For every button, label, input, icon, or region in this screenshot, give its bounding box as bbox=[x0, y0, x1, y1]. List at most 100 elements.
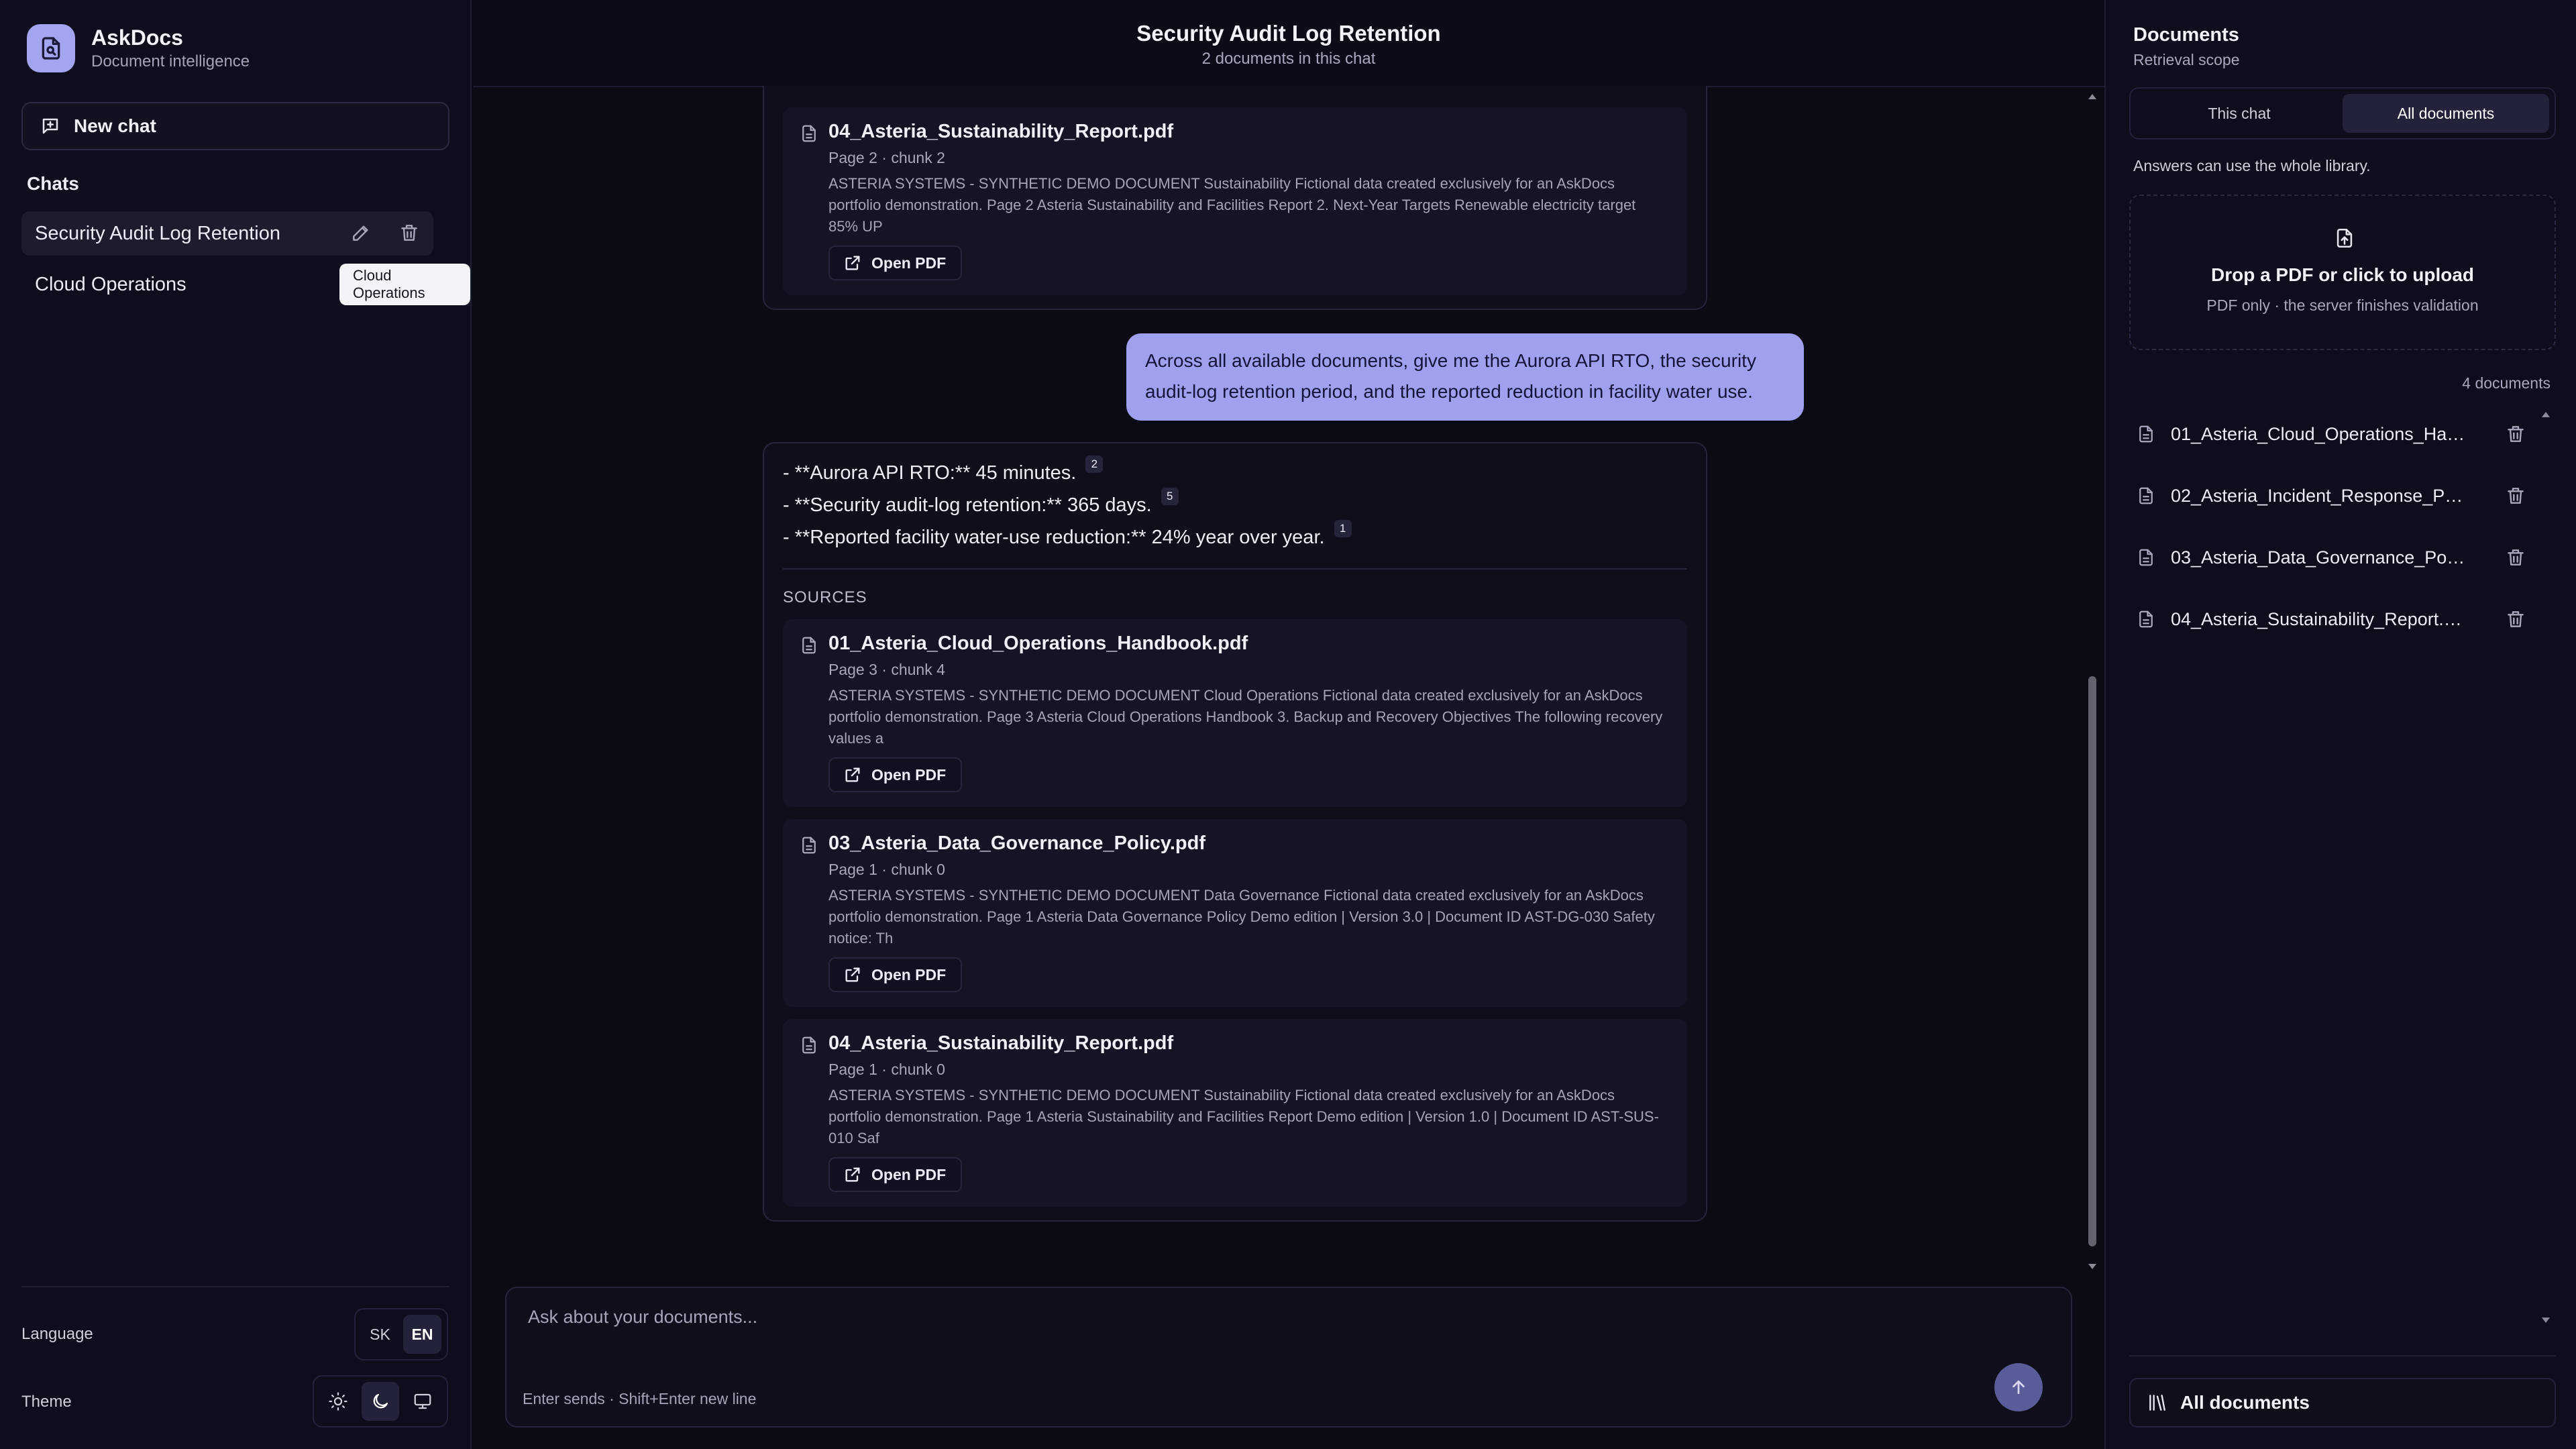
pdf-file-icon bbox=[2136, 486, 2156, 506]
chat-main: Security Audit Log Retention 2 documents… bbox=[473, 0, 2104, 1449]
brand: AskDocs Document intelligence bbox=[27, 24, 250, 72]
answer-line: - **Aurora API RTO:** 45 minutes. 2 bbox=[783, 455, 1104, 484]
open-pdf-button[interactable]: Open PDF bbox=[828, 246, 963, 280]
pdf-file-icon bbox=[2136, 609, 2156, 629]
pdf-file-icon bbox=[799, 835, 819, 855]
scroll-up-icon[interactable] bbox=[2540, 411, 2551, 419]
language-en-button[interactable]: EN bbox=[403, 1315, 441, 1354]
send-button[interactable] bbox=[1994, 1363, 2043, 1411]
language-label: Language bbox=[21, 1325, 93, 1343]
chat-item-label: Security Audit Log Retention bbox=[35, 222, 280, 244]
user-message: Across all available documents, give me … bbox=[1126, 333, 1804, 421]
open-pdf-button[interactable]: Open PDF bbox=[828, 1157, 963, 1192]
chat-item-security-audit[interactable]: Security Audit Log Retention bbox=[21, 211, 433, 256]
document-list-item[interactable]: 01_Asteria_Cloud_Operations_Handbook.pdf bbox=[2136, 414, 2538, 454]
answer-line: - **Security audit-log retention:** 365 … bbox=[783, 488, 1179, 517]
chat-header: Security Audit Log Retention 2 documents… bbox=[473, 0, 2104, 87]
document-list-item[interactable]: 04_Asteria_Sustainability_Report.pdf bbox=[2136, 599, 2538, 639]
scope-toggle: This chat All documents bbox=[2129, 87, 2556, 140]
external-link-icon bbox=[843, 965, 862, 984]
app-name: AskDocs bbox=[91, 25, 183, 50]
edit-icon[interactable] bbox=[350, 222, 372, 244]
language-sk-button[interactable]: SK bbox=[361, 1315, 399, 1354]
source-meta: Page 1 · chunk 0 bbox=[828, 861, 945, 878]
theme-label: Theme bbox=[21, 1393, 72, 1411]
answer-text: - **Reported facility water-use reductio… bbox=[783, 527, 1325, 548]
pdf-file-icon bbox=[2136, 424, 2156, 444]
new-chat-button[interactable]: New chat bbox=[21, 102, 449, 150]
monitor-icon[interactable] bbox=[403, 1382, 441, 1421]
citation-badge[interactable]: 2 bbox=[1085, 455, 1104, 473]
source-card: 03_Asteria_Data_Governance_Policy.pdf Pa… bbox=[783, 819, 1687, 1007]
source-card: 01_Asteria_Cloud_Operations_Handbook.pdf… bbox=[783, 619, 1687, 807]
moon-icon[interactable] bbox=[361, 1382, 400, 1421]
message-composer[interactable]: Ask about your documents... Enter sends … bbox=[505, 1287, 2072, 1428]
new-chat-label: New chat bbox=[74, 115, 156, 136]
trash-icon[interactable] bbox=[2505, 608, 2526, 630]
scope-note: Answers can use the whole library. bbox=[2133, 157, 2371, 174]
chat-item-label: Cloud Operations bbox=[35, 273, 186, 295]
sun-icon[interactable] bbox=[319, 1382, 358, 1421]
message-input[interactable]: Ask about your documents... bbox=[528, 1307, 757, 1328]
trash-icon[interactable] bbox=[398, 222, 420, 244]
answer-text: - **Security audit-log retention:** 365 … bbox=[783, 494, 1152, 516]
chat-title: Security Audit Log Retention bbox=[1136, 21, 1441, 46]
pdf-file-icon bbox=[799, 123, 819, 144]
language-toggle: SK EN bbox=[354, 1308, 448, 1360]
document-list-item[interactable]: 03_Asteria_Data_Governance_Policy.pdf bbox=[2136, 537, 2538, 578]
trash-icon[interactable] bbox=[2505, 547, 2526, 568]
document-name: 04_Asteria_Sustainability_Report.pdf bbox=[2171, 608, 2466, 629]
theme-toggle bbox=[313, 1375, 448, 1428]
all-documents-button[interactable]: All documents bbox=[2129, 1378, 2556, 1428]
source-file-name: 01_Asteria_Cloud_Operations_Handbook.pdf bbox=[828, 633, 1248, 654]
open-pdf-button[interactable]: Open PDF bbox=[828, 957, 963, 992]
citation-badge[interactable]: 5 bbox=[1161, 488, 1179, 505]
scroll-down-icon bbox=[2088, 1264, 2096, 1269]
documents-panel: Documents Retrieval scope This chat All … bbox=[2104, 0, 2576, 1449]
sources-heading: SOURCES bbox=[783, 588, 867, 606]
citation-badge[interactable]: 1 bbox=[1334, 520, 1352, 537]
assistant-message-previous: 04_Asteria_Sustainability_Report.pdf Pag… bbox=[763, 86, 1707, 310]
scroll-thumb[interactable] bbox=[2088, 676, 2096, 1246]
external-link-icon bbox=[843, 1165, 862, 1184]
app-logo-icon bbox=[27, 24, 75, 72]
scroll-down-icon[interactable] bbox=[2540, 1316, 2551, 1324]
source-file-name: 03_Asteria_Data_Governance_Policy.pdf bbox=[828, 833, 1206, 854]
answer-text: - **Aurora API RTO:** 45 minutes. bbox=[783, 462, 1077, 484]
source-snippet: ASTERIA SYSTEMS - SYNTHETIC DEMO DOCUMEN… bbox=[828, 687, 1663, 747]
divider bbox=[783, 568, 1687, 570]
chat-tooltip: Cloud Operations bbox=[339, 264, 470, 305]
divider bbox=[21, 1286, 449, 1287]
new-chat-icon bbox=[40, 116, 60, 136]
source-snippet: ASTERIA SYSTEMS - SYNTHETIC DEMO DOCUMEN… bbox=[828, 175, 1636, 235]
source-card: 04_Asteria_Sustainability_Report.pdf Pag… bbox=[783, 1019, 1687, 1207]
external-link-icon bbox=[843, 254, 862, 272]
document-count: 4 documents bbox=[2462, 374, 2551, 392]
divider bbox=[2129, 1355, 2556, 1356]
arrow-up-icon bbox=[2008, 1377, 2029, 1397]
documents-subtitle: Retrieval scope bbox=[2133, 51, 2240, 68]
open-pdf-label: Open PDF bbox=[871, 765, 947, 784]
file-upload-icon bbox=[2333, 227, 2356, 250]
source-meta: Page 1 · chunk 0 bbox=[828, 1061, 945, 1078]
document-list-item[interactable]: 02_Asteria_Incident_Response_Playbook.pd… bbox=[2136, 476, 2538, 516]
open-pdf-button[interactable]: Open PDF bbox=[828, 757, 963, 792]
scope-all-documents-tab[interactable]: All documents bbox=[2343, 94, 2549, 133]
scroll-up-icon bbox=[2088, 94, 2096, 99]
dropzone-subtitle: PDF only · the server finishes validatio… bbox=[2206, 297, 2479, 314]
pdf-file-icon bbox=[799, 1035, 819, 1055]
external-link-icon bbox=[843, 765, 862, 784]
chat-scrollbar[interactable] bbox=[2083, 87, 2102, 1278]
documents-title: Documents bbox=[2133, 24, 2239, 46]
trash-icon[interactable] bbox=[2505, 423, 2526, 445]
open-pdf-label: Open PDF bbox=[871, 1165, 947, 1183]
sidebar: AskDocs Document intelligence New chat C… bbox=[0, 0, 472, 1449]
app-tagline: Document intelligence bbox=[91, 52, 250, 70]
assistant-message: - **Aurora API RTO:** 45 minutes. 2 - **… bbox=[763, 442, 1707, 1222]
pdf-dropzone[interactable]: Drop a PDF or click to upload PDF only ·… bbox=[2129, 195, 2556, 350]
scope-this-chat-tab[interactable]: This chat bbox=[2136, 94, 2343, 133]
trash-icon[interactable] bbox=[2505, 485, 2526, 506]
source-file-name: 04_Asteria_Sustainability_Report.pdf bbox=[828, 1032, 1174, 1054]
source-card: 04_Asteria_Sustainability_Report.pdf Pag… bbox=[783, 107, 1687, 295]
dropzone-title: Drop a PDF or click to upload bbox=[2210, 264, 2475, 285]
